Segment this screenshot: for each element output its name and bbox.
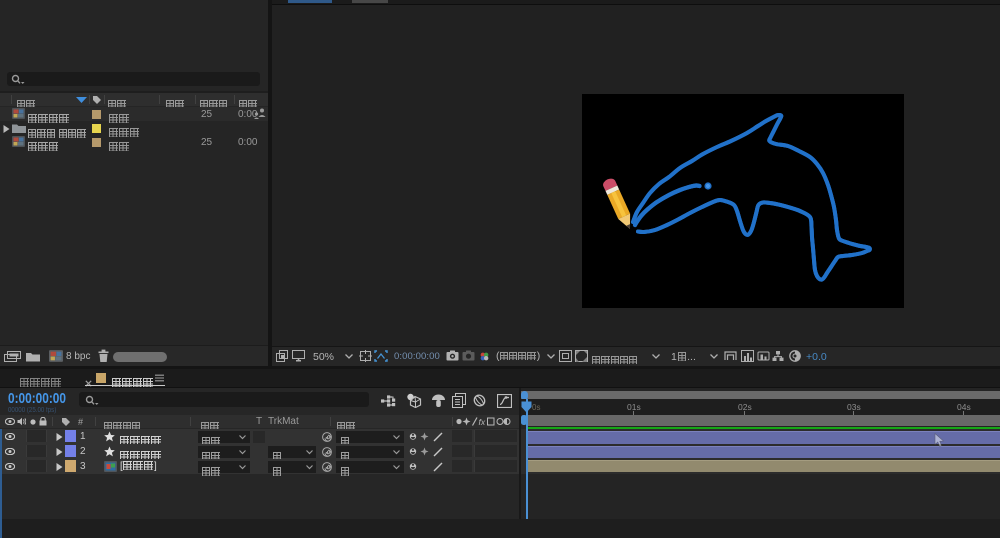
svg-text:fx: fx xyxy=(479,417,486,427)
